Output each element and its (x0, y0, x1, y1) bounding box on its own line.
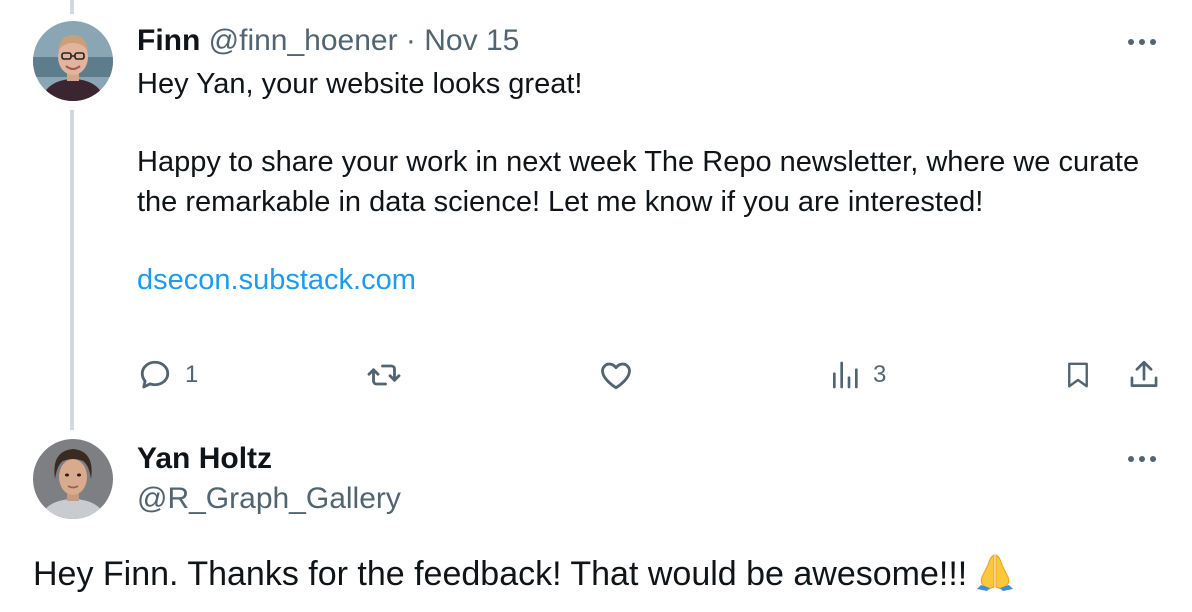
views-count: 3 (873, 361, 887, 388)
tweet1-action-bar: 1 3 (137, 356, 1167, 394)
tweet1-paragraph-2: Happy to share your work in next week Th… (137, 146, 1140, 218)
tweet1-text: Hey Yan, your website looks great! Happy… (137, 64, 1147, 300)
header-separator: · (405, 24, 416, 57)
views-bars-icon (833, 361, 858, 389)
tweet1-paragraph-1: Hey Yan, your website looks great! (137, 68, 583, 100)
thread-line-top (70, 0, 74, 14)
tweet1-author-name[interactable]: Finn (137, 24, 200, 57)
tweet2-author-name[interactable]: Yan Holtz (137, 440, 272, 478)
more-options-button[interactable] (1122, 32, 1162, 52)
retweet-icon (367, 364, 401, 386)
tweet1-author-handle[interactable]: @finn_hoener (209, 24, 398, 57)
tweet1-date[interactable]: Nov 15 (424, 24, 519, 57)
tweet1-link[interactable]: dsecon.substack.com (137, 264, 416, 296)
share-button[interactable] (1127, 356, 1161, 394)
share-upload-icon (1130, 360, 1158, 387)
tweet1-header: Finn @finn_hoener · Nov 15 (137, 22, 519, 60)
folded-hands-emoji (975, 551, 1015, 602)
heart-icon (601, 362, 631, 390)
bookmark-icon (1068, 362, 1088, 388)
more-options-button[interactable] (1122, 449, 1162, 469)
thread-line (70, 110, 74, 430)
retweet-button[interactable] (365, 356, 403, 394)
like-button[interactable] (597, 356, 635, 394)
yan-avatar[interactable] (33, 439, 113, 519)
reply-count: 1 (185, 361, 199, 388)
bookmark-button[interactable] (1063, 356, 1093, 394)
views-button[interactable]: 3 (829, 356, 886, 394)
more-horizontal-icon (1128, 456, 1156, 462)
reply-bubble-icon (140, 360, 170, 389)
reply-button[interactable]: 1 (137, 356, 198, 394)
tweet2-author-handle[interactable]: @R_Graph_Gallery (137, 480, 401, 518)
finn-avatar[interactable] (33, 21, 113, 101)
tweet2-text-container: Hey Finn. Thanks for the feedback! That … (33, 551, 1015, 602)
tweet2-text: Hey Finn. Thanks for the feedback! That … (33, 555, 968, 593)
more-horizontal-icon (1128, 39, 1156, 45)
